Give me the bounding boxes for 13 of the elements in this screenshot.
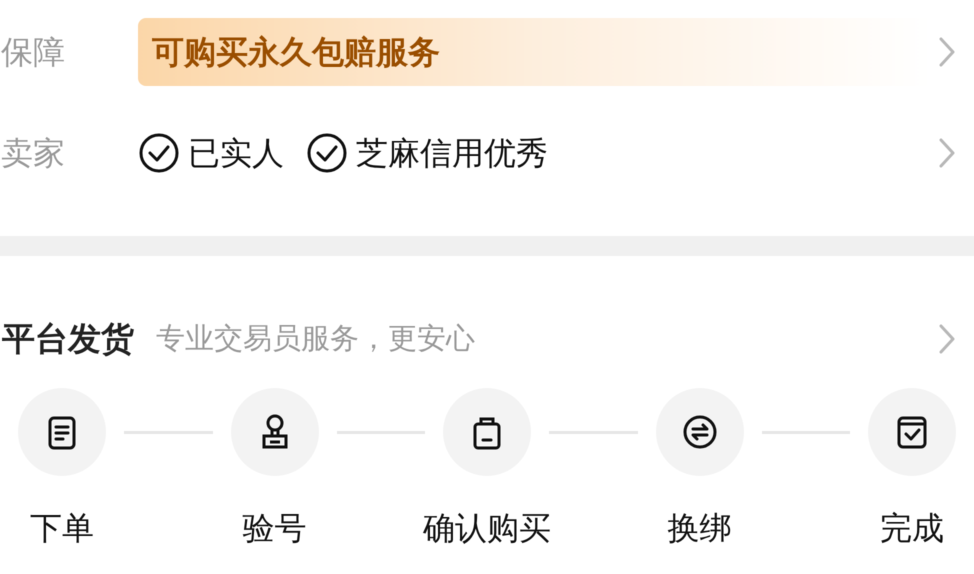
section-title: 平台发货 — [1, 318, 134, 360]
step-label: 验号 — [242, 508, 306, 549]
check-circle-icon — [306, 132, 348, 174]
step-label: 确认购买 — [423, 508, 551, 549]
seller-label: 卖家 — [0, 133, 66, 174]
step-label: 完成 — [880, 508, 944, 549]
seller-badge-label: 已实人 — [188, 133, 284, 174]
step-label: 换绑 — [668, 508, 732, 549]
step-label: 下单 — [30, 508, 94, 549]
section-subtitle: 专业交易员服务，更安心 — [156, 320, 476, 358]
seller-badge-label: 芝麻信用优秀 — [356, 133, 548, 174]
check-circle-icon — [138, 132, 180, 174]
guarantee-label: 保障 — [0, 32, 66, 73]
